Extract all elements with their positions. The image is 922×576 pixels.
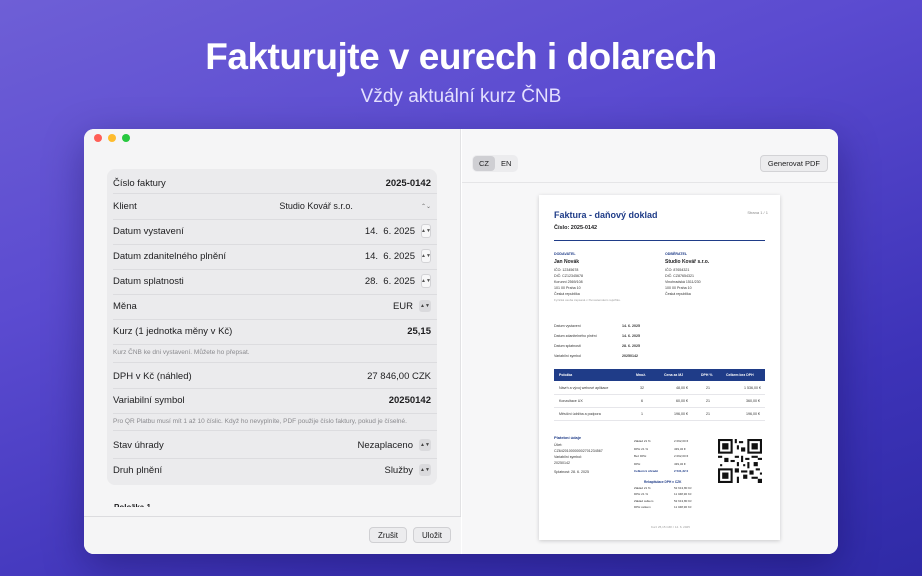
taxable-date-picker[interactable]: 14. 6. 2025 ▲▼ (365, 249, 431, 263)
hero-subtitle: Vždy aktuální kurz ČNB (360, 86, 562, 107)
totals-block: Základ 21 % 2 092,00 € DPH 21 % 439,32 € B… (634, 439, 692, 509)
invoice-number-label: Číslo faktury (113, 177, 166, 189)
form-footer: Zrušit Uložit (84, 516, 461, 554)
supply-type-select[interactable]: Služby ▲▼ (384, 464, 431, 476)
items-section-heading: Položka 1 (114, 503, 151, 512)
vat-preview-label: DPH v Kč (náhled) (113, 370, 192, 382)
doc-title: Faktura - daňový doklad (554, 210, 658, 220)
client-select[interactable]: Studio Kovář s.r.o. ⌃⌄ (279, 201, 431, 211)
customer-name: Studio Kovář s.r.o. (665, 259, 710, 265)
invoice-pdf-page: Faktura - daňový doklad Číslo: 2025-0142… (539, 195, 780, 540)
date-stepper-icon[interactable]: ▲▼ (421, 249, 431, 263)
rate-note: Kurz ČNB ke dni vystavení. Můžete ho pře… (113, 349, 250, 356)
pdf-preview-pane: CZ EN Generovat PDF Faktura - daňový dok… (462, 129, 838, 554)
chevron-updown-icon: ▲▼ (419, 300, 431, 312)
table-row: Měsíční údržba a podpora 1 196,00 € 21 1… (554, 408, 765, 421)
close-window-button[interactable] (94, 134, 102, 142)
payment-status-label: Stav úhrady (113, 439, 164, 451)
currency-label: Měna (113, 300, 137, 312)
client-row[interactable]: Klient Studio Kovář s.r.o. ⌃⌄ (113, 196, 431, 216)
invoice-number-field[interactable]: 2025-0142 (386, 178, 431, 189)
chevron-updown-icon: ▲▼ (419, 464, 431, 476)
app-window: Číslo faktury 2025-0142 Klient Studio Ko… (84, 129, 838, 554)
due-date-value: 28. 6. 2025 (364, 275, 415, 287)
items-table-header: Položka Množ. Cena za MJ DPH % Celkem be… (554, 369, 765, 381)
taxable-date-value: 14. 6. 2025 (364, 250, 415, 262)
minimize-window-button[interactable] (108, 134, 116, 142)
rate-field[interactable]: 25,15 (407, 326, 431, 337)
language-segmented-control: CZ EN (472, 155, 519, 172)
payment-details: Platební údaje Účet: CZ64201000000027012… (554, 435, 603, 474)
variable-symbol-row: Variabilní symbol 20250142 (113, 390, 431, 410)
customer-heading: ODBĚRATEL (665, 252, 688, 256)
currency-select[interactable]: EUR ▲▼ (393, 300, 431, 312)
doc-page-number: Strana 1 / 1 (747, 210, 768, 215)
supply-type-label: Druh plnění (113, 464, 163, 476)
supply-type-value: Služby (384, 464, 413, 476)
client-value: Studio Kovář s.r.o. (279, 201, 353, 211)
customer-details: IČO: 87654321 DIČ: CZ87654321 Vinohradsk… (665, 268, 701, 296)
taxable-date-row: Datum zdanitelného plnění 14. 6. 2025 ▲▼ (113, 246, 431, 266)
window-controls (94, 134, 130, 142)
hero-title: Fakturujte v eurech i dolarech (205, 36, 717, 77)
cancel-button[interactable]: Zrušit (369, 527, 407, 543)
qr-payment-code (718, 439, 762, 483)
supplier-heading: DODAVATEL (554, 252, 576, 256)
doc-footer-note: Kurz 25,15 CZK / 14. 6. 2025 (651, 525, 690, 529)
due-date-row: Datum splatnosti 28. 6. 2025 ▲▼ (113, 271, 431, 291)
issue-date-row: Datum vystavení 14. 6. 2025 ▲▼ (113, 221, 431, 241)
variable-symbol-field[interactable]: 20250142 (389, 395, 431, 406)
doc-dates: Datum vystavení 14. 6. 2025 Datum zdanite… (554, 324, 640, 358)
issue-date-value: 14. 6. 2025 (364, 225, 415, 237)
currency-row: Měna EUR ▲▼ (113, 296, 431, 316)
date-stepper-icon[interactable]: ▲▼ (421, 274, 431, 288)
generate-pdf-button[interactable]: Generovat PDF (759, 155, 828, 172)
supply-type-row: Druh plnění Služby ▲▼ (113, 460, 431, 480)
currency-value: EUR (392, 300, 413, 312)
rate-label: Kurz (1 jednotka měny v Kč) (113, 325, 233, 337)
date-stepper-icon[interactable]: ▲▼ (421, 224, 431, 238)
issue-date-label: Datum vystavení (113, 225, 184, 237)
invoice-form-card: Číslo faktury 2025-0142 Klient Studio Ko… (107, 169, 437, 485)
save-button[interactable]: Uložit (413, 527, 452, 543)
table-row: Návrh a vývoj webové aplikace 32 48,00 €… (554, 382, 765, 395)
language-en-toggle[interactable]: EN (495, 156, 517, 171)
payment-status-value: Nezaplaceno (357, 439, 413, 451)
rate-row: Kurz (1 jednotka měny v Kč) 25,15 (113, 321, 431, 341)
zoom-window-button[interactable] (122, 134, 130, 142)
vat-preview-row: DPH v Kč (náhled) 27 846,00 CZK (113, 366, 431, 386)
payment-status-row: Stav úhrady Nezaplaceno ▲▼ (113, 435, 431, 455)
preview-toolbar: CZ EN Generovat PDF (462, 129, 838, 183)
supplier-name: Jan Novák (554, 259, 580, 265)
invoice-form-pane: Číslo faktury 2025-0142 Klient Studio Ko… (84, 129, 461, 554)
issue-date-picker[interactable]: 14. 6. 2025 ▲▼ (365, 224, 431, 238)
taxable-date-label: Datum zdanitelného plnění (113, 250, 227, 262)
chevron-updown-icon: ▲▼ (419, 439, 431, 451)
due-date-label: Datum splatnosti (113, 275, 184, 287)
doc-number: Číslo: 2025-0142 (554, 225, 598, 231)
table-row: Konzultace UX 6 60,00 € 21 360,00 € (554, 395, 765, 408)
language-cz-toggle[interactable]: CZ (473, 156, 495, 171)
client-label: Klient (113, 200, 137, 212)
supplier-details: IČO: 12345678 DIČ: CZ12345678 Korunní 25… (554, 268, 621, 302)
variable-symbol-note: Pro QR Platbu musí mít 1 až 10 číslic. K… (113, 418, 407, 425)
invoice-number-row[interactable]: Číslo faktury 2025-0142 (113, 175, 431, 191)
due-date-picker[interactable]: 28. 6. 2025 ▲▼ (365, 274, 431, 288)
vat-preview-value: 27 846,00 CZK (367, 370, 431, 382)
payment-status-select[interactable]: Nezaplaceno ▲▼ (358, 439, 431, 451)
variable-symbol-label: Variabilní symbol (113, 394, 185, 406)
chevron-updown-icon: ⌃⌄ (420, 203, 431, 210)
